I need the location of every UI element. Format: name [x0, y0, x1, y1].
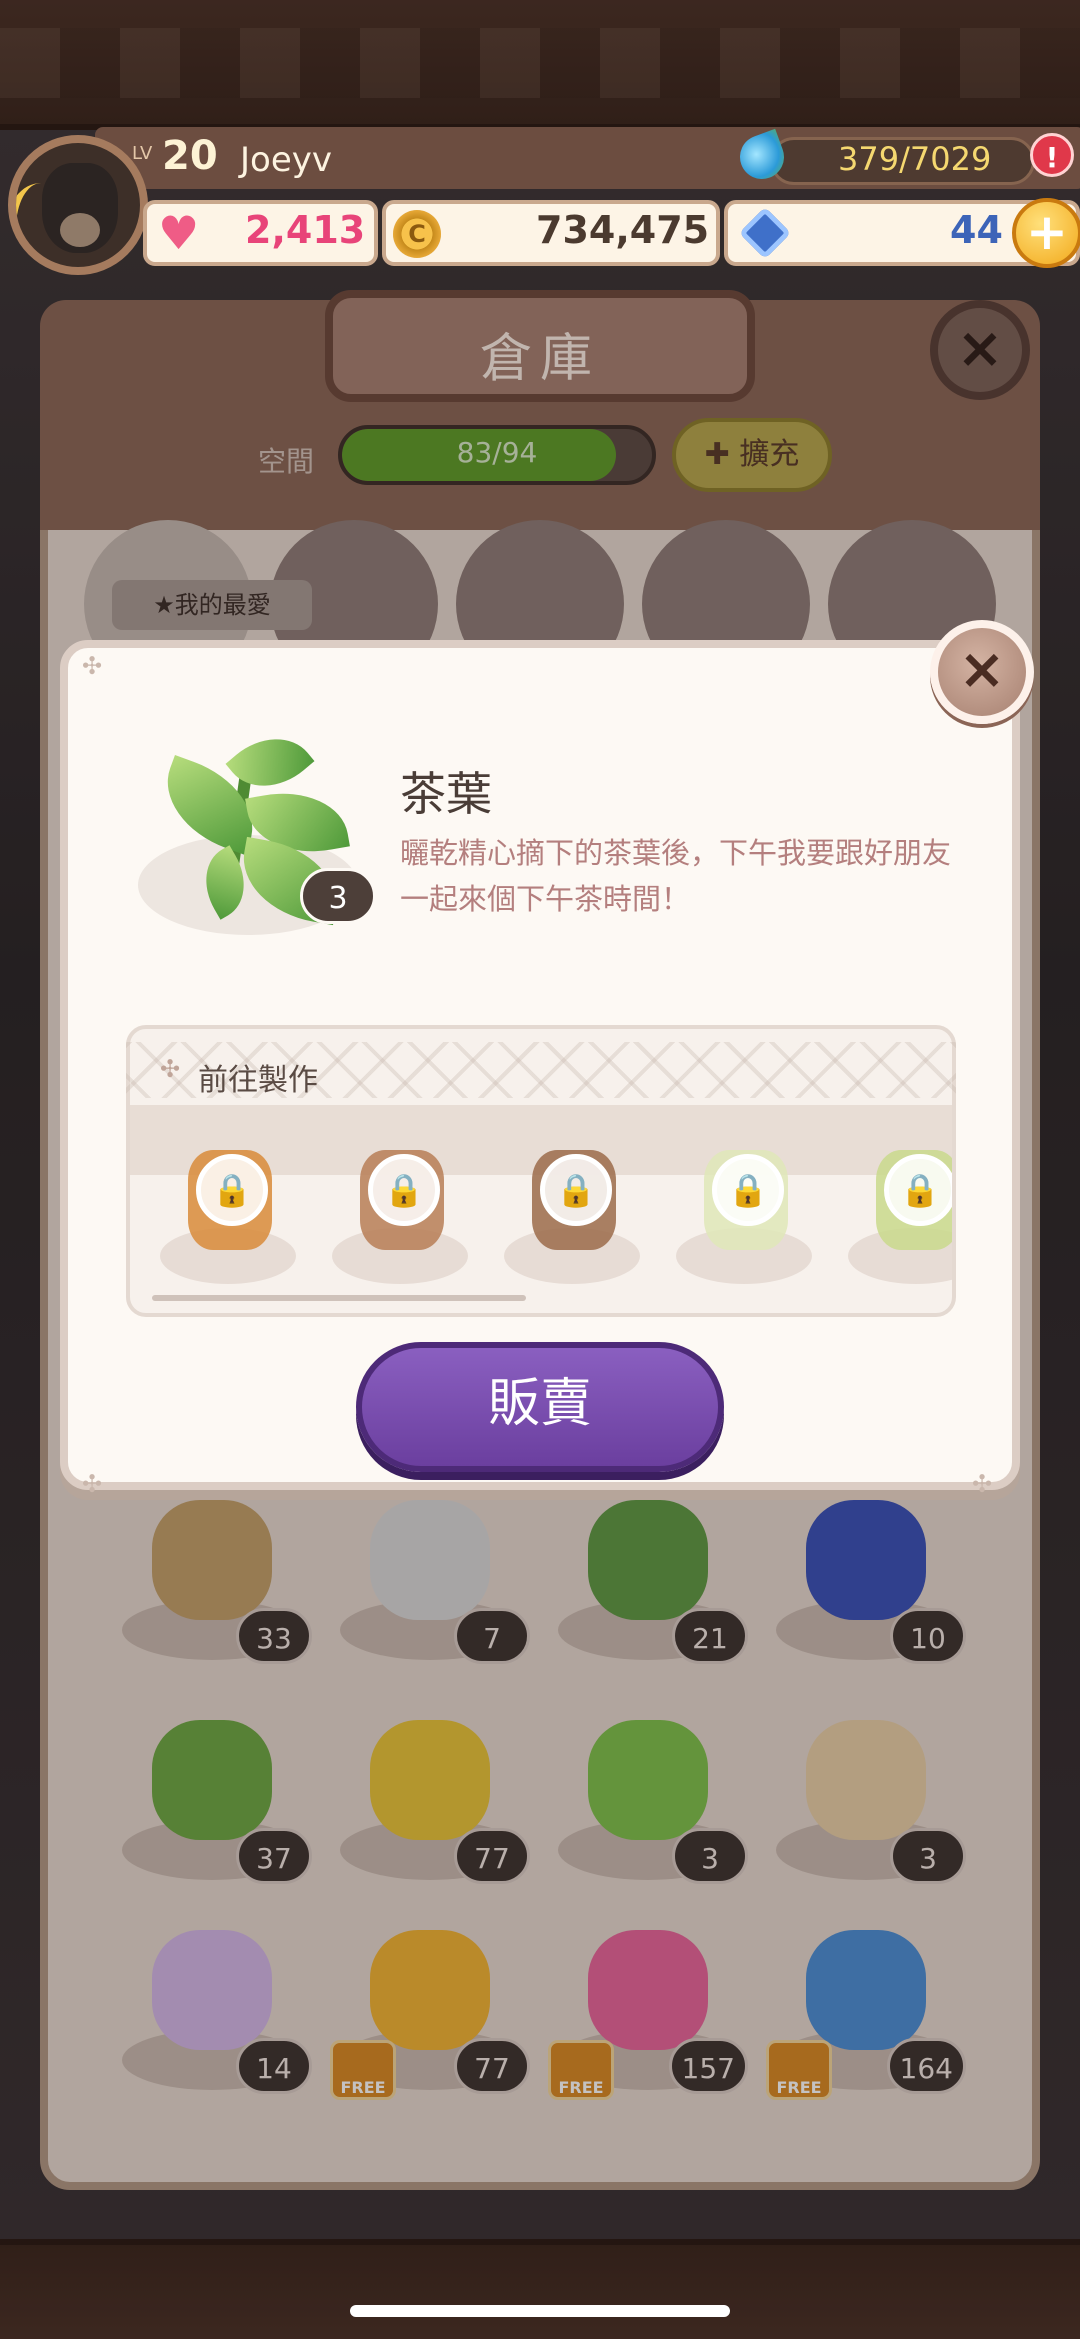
corner-decor-icon: ✣: [972, 1470, 993, 1498]
sell-button[interactable]: 販賣: [356, 1342, 724, 1472]
lock-icon: 🔒: [884, 1154, 952, 1226]
craft-items-list: 🔒 🔒 🔒 🔒 🔒: [0, 0, 952, 2339]
add-gems-button[interactable]: +: [1012, 198, 1080, 268]
lock-icon: 🔒: [196, 1154, 268, 1226]
craft-recipe-item[interactable]: 🔒: [332, 1140, 472, 1290]
gems-value: 44: [950, 208, 1003, 252]
home-indicator[interactable]: [350, 2305, 730, 2317]
lock-icon: 🔒: [368, 1154, 440, 1226]
lock-icon: 🔒: [540, 1154, 612, 1226]
craft-recipe-item[interactable]: 🔒: [848, 1140, 952, 1290]
craft-recipe-item[interactable]: 🔒: [160, 1140, 300, 1290]
craft-scrollbar[interactable]: [152, 1295, 526, 1301]
craft-recipe-item[interactable]: 🔒: [676, 1140, 816, 1290]
alert-icon[interactable]: !: [1030, 133, 1074, 177]
craft-recipe-item[interactable]: 🔒: [504, 1140, 644, 1290]
lock-icon: 🔒: [712, 1154, 784, 1226]
